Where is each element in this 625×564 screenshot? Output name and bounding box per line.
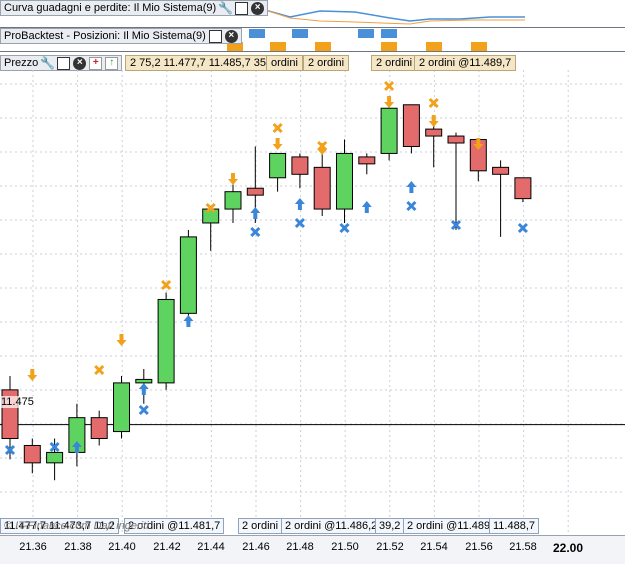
axis-tick: 21.42 bbox=[153, 541, 181, 553]
candle-down bbox=[246, 187, 264, 196]
order-tag[interactable]: 39,2 bbox=[375, 518, 405, 534]
axis-tick: 21.50 bbox=[331, 541, 359, 553]
axis-tick: 21.36 bbox=[19, 541, 47, 553]
order-tag[interactable]: 2 ordini bbox=[238, 518, 283, 534]
buy-arrow-icon bbox=[406, 181, 417, 193]
candle-up bbox=[380, 107, 398, 154]
order-tag[interactable]: 2 ordini bbox=[303, 55, 350, 71]
buy-arrow-icon bbox=[183, 315, 194, 327]
candle-up bbox=[179, 236, 197, 314]
axis-tick: 21.58 bbox=[509, 541, 537, 553]
candle-up bbox=[46, 451, 64, 464]
order-tag[interactable]: 2 75,2 11.477,7 11.485,7 35,9 bbox=[125, 55, 281, 71]
axis-tick: 21.40 bbox=[108, 541, 136, 553]
order-tag[interactable]: 2 ordini bbox=[371, 55, 418, 71]
order-tag[interactable]: ordini bbox=[266, 55, 303, 71]
sell-arrow-icon bbox=[384, 96, 395, 108]
exit-cross-icon bbox=[94, 364, 105, 376]
buy-arrow-icon bbox=[294, 198, 305, 210]
order-tag[interactable]: 2 ordini @11.486,2 bbox=[281, 518, 382, 534]
exit-cross-icon bbox=[294, 217, 305, 229]
candle-down bbox=[425, 128, 443, 137]
buy-arrow-icon bbox=[361, 201, 372, 213]
watermark: © IT-Finance.com Dati ingeriti bbox=[4, 520, 149, 532]
candle-up bbox=[336, 152, 353, 210]
candle-down bbox=[313, 166, 331, 210]
order-tag[interactable]: 2 ordini @11.489,7 bbox=[414, 55, 517, 71]
candle-down bbox=[514, 177, 532, 200]
axis-tick: 21.54 bbox=[420, 541, 448, 553]
sell-arrow-icon bbox=[428, 115, 439, 127]
buy-arrow-icon bbox=[138, 383, 149, 395]
candle-up bbox=[135, 378, 153, 384]
candle-down bbox=[402, 104, 420, 147]
sell-arrow-icon bbox=[116, 334, 127, 346]
axis-tick: 21.46 bbox=[242, 541, 270, 553]
candle-up bbox=[269, 152, 287, 179]
buy-arrow-icon bbox=[250, 207, 261, 219]
axis-tick: 21.56 bbox=[465, 541, 493, 553]
candle-down bbox=[90, 417, 108, 440]
candle-up bbox=[157, 298, 175, 384]
exit-cross-icon bbox=[250, 226, 261, 238]
exit-cross-icon bbox=[272, 122, 283, 134]
candle-down bbox=[447, 135, 465, 144]
candle-down bbox=[358, 156, 376, 165]
candle-up bbox=[224, 191, 242, 210]
exit-cross-icon bbox=[339, 222, 350, 234]
exit-cross-icon bbox=[138, 404, 149, 416]
candle-down bbox=[23, 444, 41, 464]
axis-tick: 21.38 bbox=[64, 541, 92, 553]
sell-arrow-icon bbox=[27, 369, 38, 381]
exit-cross-icon bbox=[384, 80, 395, 92]
axis-tick: 21.44 bbox=[197, 541, 225, 553]
sell-arrow-icon bbox=[228, 173, 238, 185]
exit-cross-icon bbox=[428, 97, 439, 109]
candle-up bbox=[113, 382, 130, 433]
axis-tick: 22.00 bbox=[552, 541, 584, 555]
candle-down bbox=[492, 166, 510, 175]
time-axis[interactable]: 21.36 21.38 21.40 21.42 21.44 21.46 21.4… bbox=[0, 535, 625, 564]
order-tag[interactable]: 11.488,7 bbox=[489, 518, 540, 534]
axis-tick: 21.52 bbox=[376, 541, 404, 553]
price-chart[interactable] bbox=[0, 0, 625, 535]
exit-cross-icon bbox=[406, 200, 417, 212]
exit-cross-icon bbox=[517, 222, 528, 234]
candle-down bbox=[291, 156, 309, 175]
candle-up bbox=[202, 208, 220, 224]
price-level-label: 11.475 bbox=[0, 396, 35, 408]
sell-arrow-icon bbox=[272, 138, 283, 150]
axis-tick: 21.48 bbox=[286, 541, 314, 553]
